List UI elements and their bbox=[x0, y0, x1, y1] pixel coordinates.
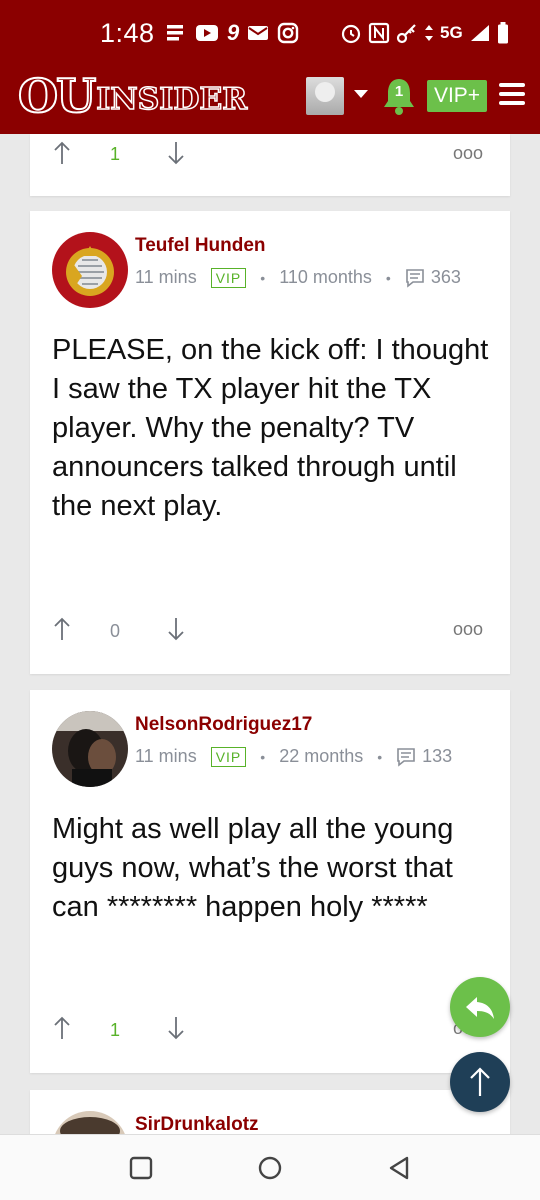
vip-plus-button[interactable]: VIP+ bbox=[427, 80, 487, 112]
hamburger-menu-icon[interactable] bbox=[499, 83, 525, 107]
post-card-previous: 1 ooo bbox=[30, 134, 510, 196]
avatar[interactable] bbox=[52, 232, 128, 308]
app-9-icon: 9 bbox=[227, 20, 240, 45]
post-count: 363 bbox=[430, 267, 461, 287]
post-body: Might as well play all the young guys no… bbox=[52, 813, 454, 923]
status-bar: 1:48 9 5G bbox=[0, 0, 540, 62]
member-tenure: 110 months bbox=[279, 267, 372, 287]
youtube-icon bbox=[196, 25, 218, 41]
upvote-arrow-icon[interactable] bbox=[52, 1015, 72, 1041]
notifications-button[interactable]: 1 bbox=[381, 76, 417, 116]
comment-icon bbox=[397, 747, 415, 767]
upvote-arrow-icon[interactable] bbox=[52, 616, 72, 642]
downvote-arrow-icon[interactable] bbox=[166, 140, 186, 166]
post-body: PLEASE, on the kick off: I thought I saw… bbox=[52, 334, 489, 522]
arrow-up-icon bbox=[470, 1067, 490, 1096]
comment-icon bbox=[406, 268, 424, 288]
back-triangle-icon[interactable] bbox=[386, 1155, 412, 1181]
separator-dot: • bbox=[260, 748, 266, 765]
reply-icon bbox=[466, 997, 494, 1019]
post-meta: 11 mins VIP • 110 months • 363 bbox=[135, 267, 461, 288]
recents-square-icon[interactable] bbox=[128, 1155, 154, 1181]
system-icons: 5G bbox=[340, 22, 509, 44]
vote-count: 1 bbox=[110, 1020, 121, 1040]
data-arrows-icon bbox=[425, 25, 433, 41]
downvote-arrow-icon[interactable] bbox=[166, 1015, 186, 1041]
network-type: 5G bbox=[440, 23, 463, 42]
post-meta: 11 mins VIP • 22 months • 133 bbox=[135, 746, 452, 767]
avatar[interactable] bbox=[52, 711, 128, 787]
instagram-icon bbox=[278, 22, 299, 44]
reply-button[interactable] bbox=[450, 977, 510, 1037]
logo-ou-text: OU bbox=[17, 69, 97, 123]
more-options-button[interactable]: ooo bbox=[453, 616, 483, 642]
site-logo[interactable]: OU INSIDER bbox=[17, 69, 248, 123]
screen: 1:48 9 5G OU INSIDER 1 VIP+ 1 ooo Teufel… bbox=[0, 0, 540, 1200]
usmc-emblem-icon bbox=[52, 232, 128, 308]
upvote-arrow-icon[interactable] bbox=[52, 140, 72, 166]
post-card: NelsonRodriguez17 11 mins VIP • 22 month… bbox=[30, 690, 510, 1073]
separator-dot: • bbox=[377, 748, 383, 765]
vote-row: 0 ooo bbox=[30, 616, 510, 656]
mail-icon bbox=[248, 26, 269, 40]
separator-dot: • bbox=[260, 269, 266, 286]
avatar-photo bbox=[52, 711, 128, 787]
vip-badge: VIP bbox=[210, 746, 247, 767]
vpn-key-icon bbox=[396, 24, 416, 44]
post-count: 133 bbox=[422, 746, 453, 766]
notes-icon bbox=[167, 25, 183, 41]
vote-row: 1 ooo bbox=[30, 1015, 510, 1055]
status-time: 1:48 bbox=[100, 18, 155, 48]
vote-row: 1 ooo bbox=[30, 140, 510, 180]
nfc-icon bbox=[368, 22, 390, 44]
notification-icons: 9 bbox=[165, 22, 299, 44]
post-author[interactable]: NelsonRodriguez17 bbox=[135, 714, 312, 736]
vip-badge: VIP bbox=[210, 267, 247, 288]
vote-count: 0 bbox=[110, 621, 121, 641]
post-card: Teufel Hunden 11 mins VIP • 110 months •… bbox=[30, 211, 510, 674]
more-options-button[interactable]: ooo bbox=[453, 140, 483, 166]
notification-count: 1 bbox=[394, 83, 404, 100]
post-author[interactable]: Teufel Hunden bbox=[135, 235, 266, 257]
post-author[interactable]: SirDrunkalotz bbox=[135, 1114, 259, 1136]
system-nav-bar bbox=[0, 1134, 540, 1200]
battery-icon bbox=[497, 22, 508, 44]
user-avatar[interactable] bbox=[306, 77, 344, 115]
logo-insider-text: INSIDER bbox=[95, 82, 248, 118]
home-circle-icon[interactable] bbox=[257, 1155, 283, 1181]
alarm-icon bbox=[341, 24, 361, 44]
downvote-arrow-icon[interactable] bbox=[166, 616, 186, 642]
member-tenure: 22 months bbox=[279, 746, 364, 766]
scroll-to-top-button[interactable] bbox=[450, 1052, 510, 1112]
signal-icon bbox=[470, 25, 489, 41]
vote-count: 1 bbox=[110, 144, 121, 164]
separator-dot: • bbox=[385, 269, 391, 286]
chevron-down-icon[interactable] bbox=[354, 90, 368, 98]
app-header: OU INSIDER 1 VIP+ bbox=[0, 62, 540, 134]
post-time: 11 mins bbox=[135, 746, 197, 766]
post-time: 11 mins bbox=[135, 267, 197, 287]
